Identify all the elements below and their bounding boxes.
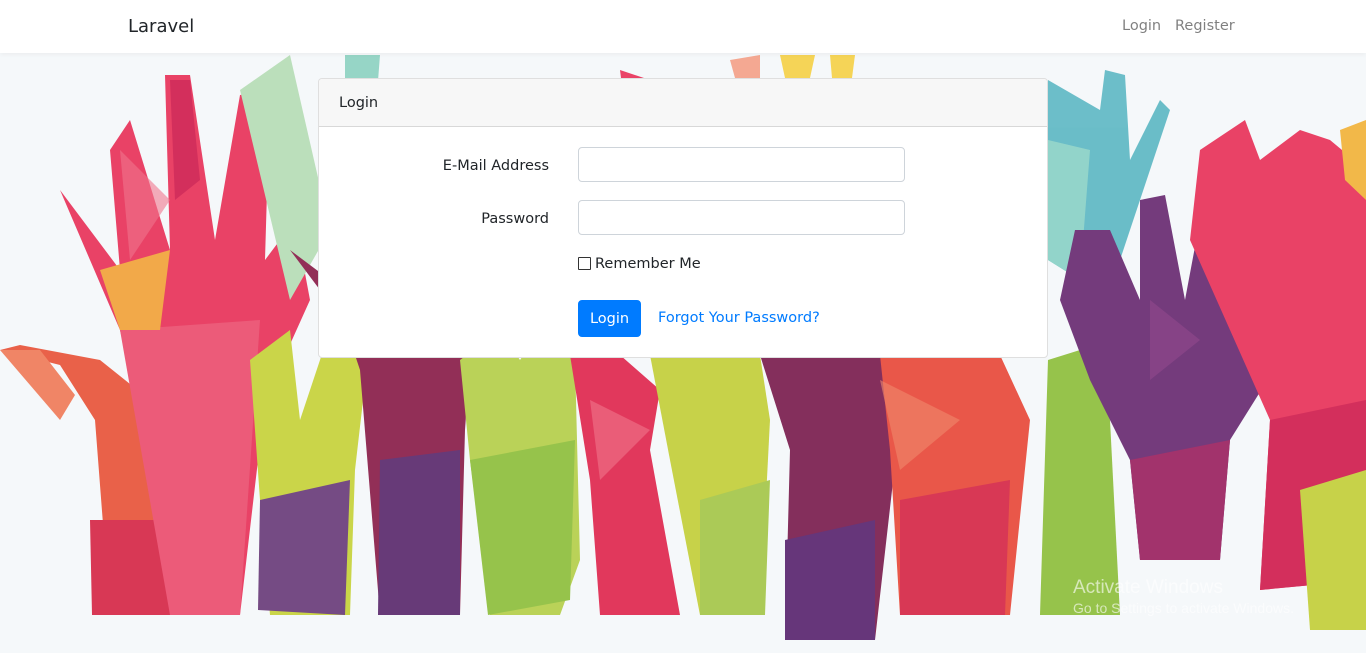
watermark-title: Activate Windows bbox=[1073, 577, 1223, 598]
login-button[interactable]: Login bbox=[578, 300, 641, 337]
remember-me-label[interactable]: Remember Me bbox=[595, 256, 701, 272]
top-navbar: Laravel Login Register bbox=[0, 0, 1366, 53]
brand-link[interactable]: Laravel bbox=[128, 16, 194, 37]
password-label: Password bbox=[481, 211, 549, 227]
watermark-subtitle: Go to Settings to activate Windows. bbox=[1073, 600, 1294, 616]
password-field[interactable] bbox=[578, 200, 905, 235]
login-card: Login E-Mail Address Password Remember M… bbox=[318, 78, 1048, 358]
remember-me-checkbox[interactable] bbox=[578, 257, 591, 270]
card-header: Login bbox=[319, 79, 1047, 127]
card-title: Login bbox=[339, 95, 379, 111]
forgot-password-link[interactable]: Forgot Your Password? bbox=[658, 310, 820, 326]
email-field[interactable] bbox=[578, 147, 905, 182]
nav-login-link[interactable]: Login bbox=[1122, 18, 1161, 34]
activate-windows-watermark: Activate Windows Go to Settings to activ… bbox=[1073, 577, 1294, 616]
nav-register-link[interactable]: Register bbox=[1175, 18, 1235, 34]
email-label: E-Mail Address bbox=[442, 158, 549, 174]
